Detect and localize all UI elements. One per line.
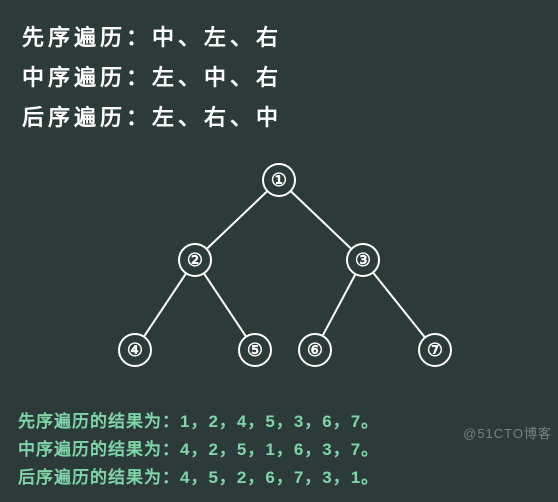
result-postorder: 后序遍历的结果为：4，5，2，6，7，3，1。 xyxy=(18,464,540,492)
tree-node-7: ⑦ xyxy=(419,334,451,366)
tree-svg: ① ② ③ ④ ⑤ ⑥ ⑦ xyxy=(0,160,558,380)
tree-edge xyxy=(144,273,186,336)
result-inorder: 中序遍历的结果为：4，2，5，1，6，3，7。 xyxy=(18,436,540,464)
tree-node-1: ① xyxy=(263,164,295,196)
result-preorder: 先序遍历的结果为：1，2，4，5，3，6，7。 xyxy=(18,408,540,436)
tree-edge xyxy=(323,274,356,336)
binary-tree: ① ② ③ ④ ⑤ ⑥ ⑦ xyxy=(0,160,558,395)
tree-node-4: ④ xyxy=(119,334,151,366)
diagram-card: 先序遍历：中、左、右 中序遍历：左、中、右 后序遍历：左、右、中 ① ② ③ ④ ⑤ ⑥ ⑦… xyxy=(0,0,558,502)
svg-text:⑥: ⑥ xyxy=(307,340,323,360)
svg-text:③: ③ xyxy=(355,250,371,270)
tree-node-2: ② xyxy=(179,244,211,276)
svg-text:⑤: ⑤ xyxy=(247,340,263,360)
definition-preorder: 先序遍历：中、左、右 xyxy=(22,18,558,58)
definition-postorder: 后序遍历：左、右、中 xyxy=(22,98,558,138)
svg-text:②: ② xyxy=(187,250,203,270)
svg-text:①: ① xyxy=(271,170,287,190)
tree-edge xyxy=(373,272,425,337)
definition-inorder: 中序遍历：左、中、右 xyxy=(22,58,558,98)
tree-edge xyxy=(207,191,268,249)
tree-node-3: ③ xyxy=(347,244,379,276)
traversal-definitions: 先序遍历：中、左、右 中序遍历：左、中、右 后序遍历：左、右、中 xyxy=(0,0,558,138)
traversal-results: 先序遍历的结果为：1，2，4，5，3，6，7。 中序遍历的结果为：4，2，5，1… xyxy=(0,408,558,492)
tree-node-5: ⑤ xyxy=(239,334,271,366)
tree-edge xyxy=(291,191,352,249)
svg-text:⑦: ⑦ xyxy=(427,340,443,360)
tree-nodes: ① ② ③ ④ ⑤ ⑥ ⑦ xyxy=(119,164,451,366)
svg-text:④: ④ xyxy=(127,340,143,360)
tree-edge xyxy=(204,273,246,336)
tree-node-6: ⑥ xyxy=(299,334,331,366)
